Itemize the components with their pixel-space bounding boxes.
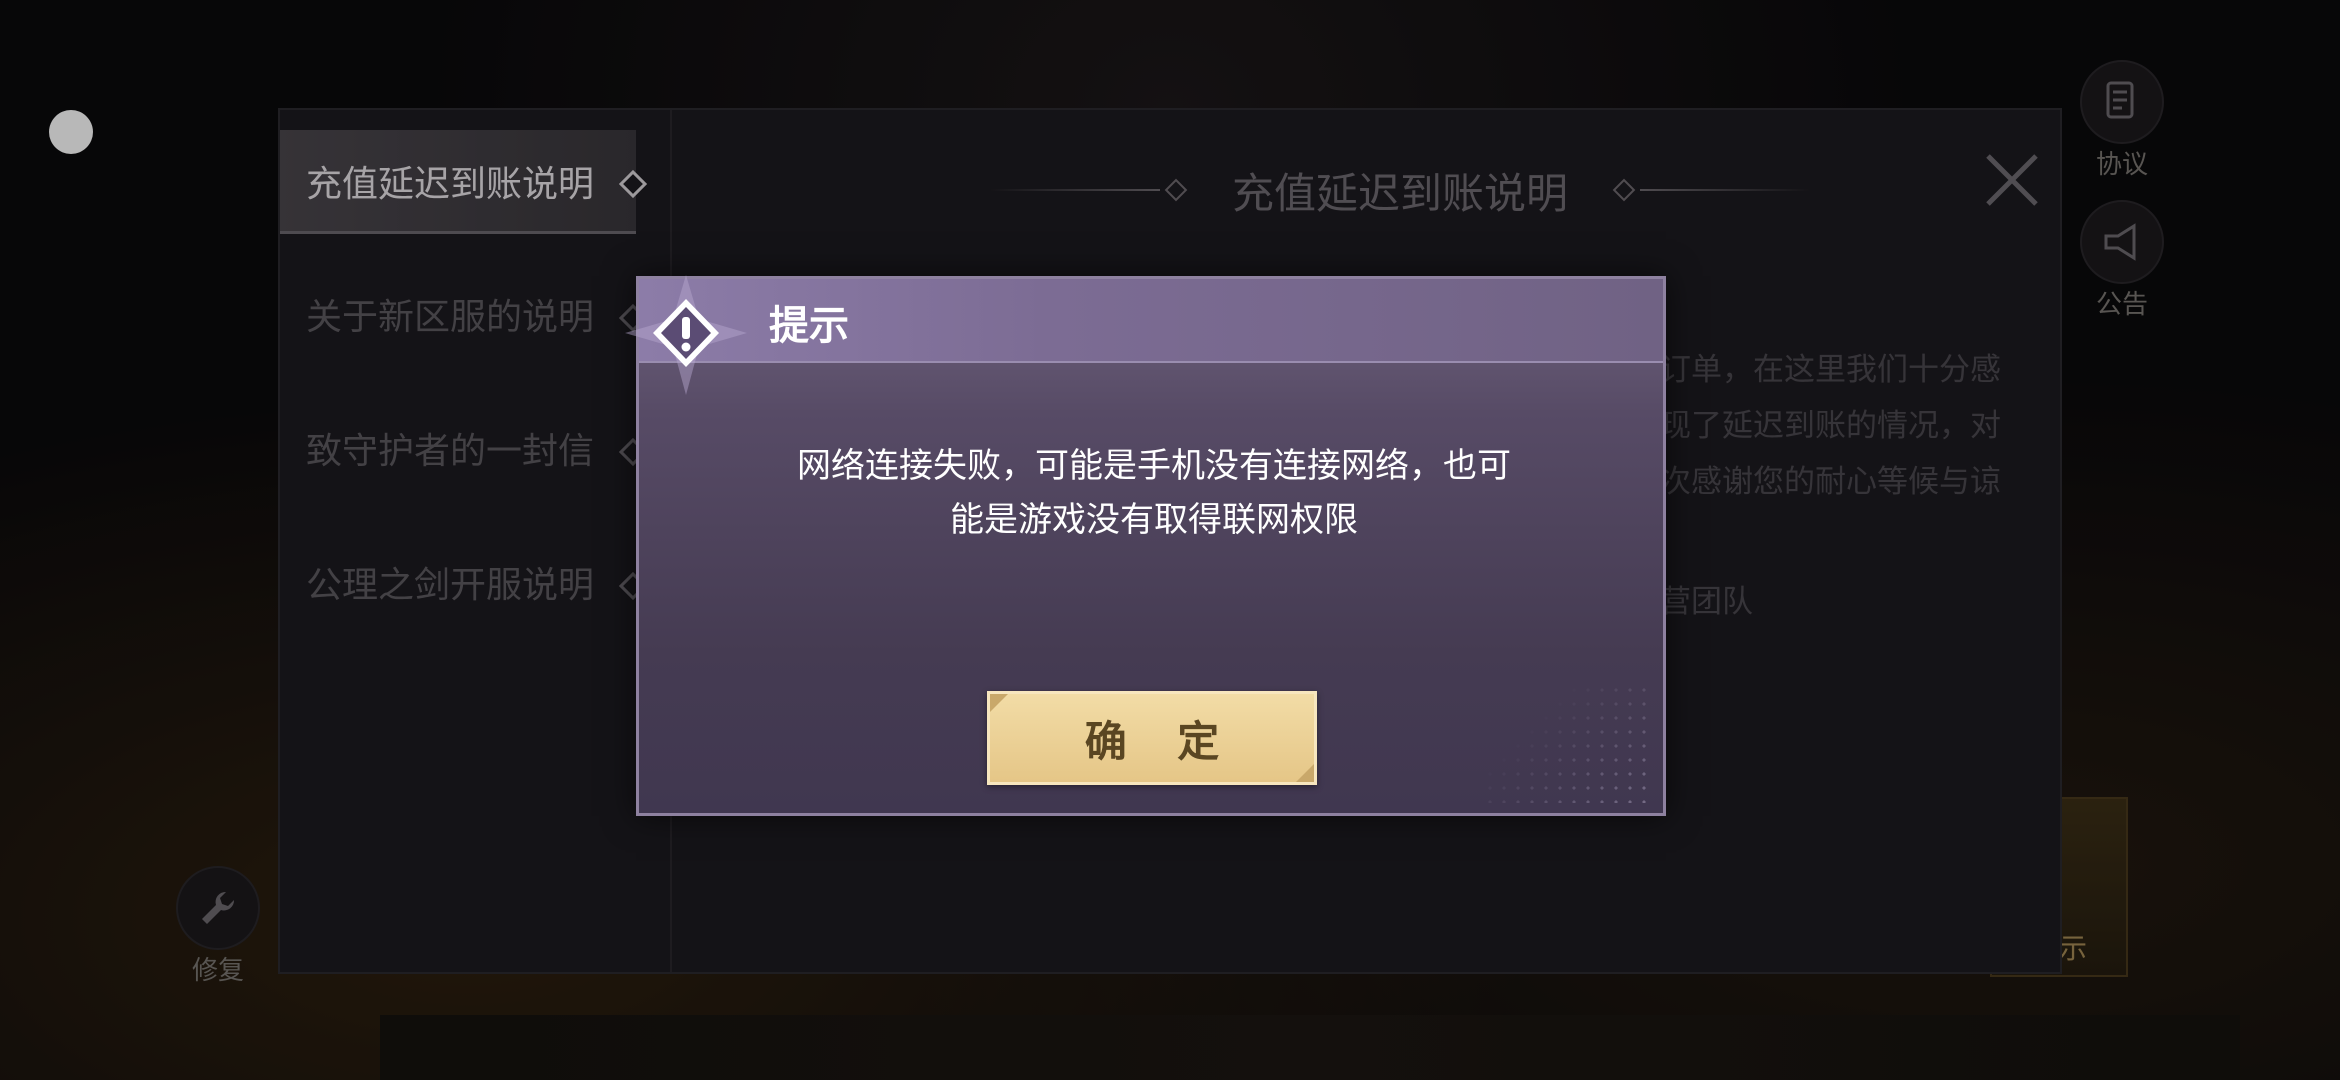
- dialog-message-line: 能是游戏没有取得联网权限: [950, 500, 1358, 540]
- dialog-header: 提示: [639, 279, 1663, 363]
- warning-icon: [625, 275, 747, 395]
- confirm-button[interactable]: 确 定: [987, 691, 1317, 785]
- dialog-message: 网络连接失败，可能是手机没有连接网络，也可 能是游戏没有取得联网权限: [749, 439, 1559, 547]
- confirm-label: 确 定: [1084, 716, 1238, 766]
- dialog-title: 提示: [769, 303, 849, 349]
- button-corner-ornament: [1296, 764, 1314, 782]
- button-corner-ornament: [990, 694, 1008, 712]
- network-error-dialog: 提示 网络连接失败，可能是手机没有连接网络，也可 能是游戏没有取得联网权限 确 …: [625, 275, 1666, 816]
- dot-pattern: [1483, 683, 1653, 803]
- dialog-message-line: 网络连接失败，可能是手机没有连接网络，也可: [797, 446, 1511, 486]
